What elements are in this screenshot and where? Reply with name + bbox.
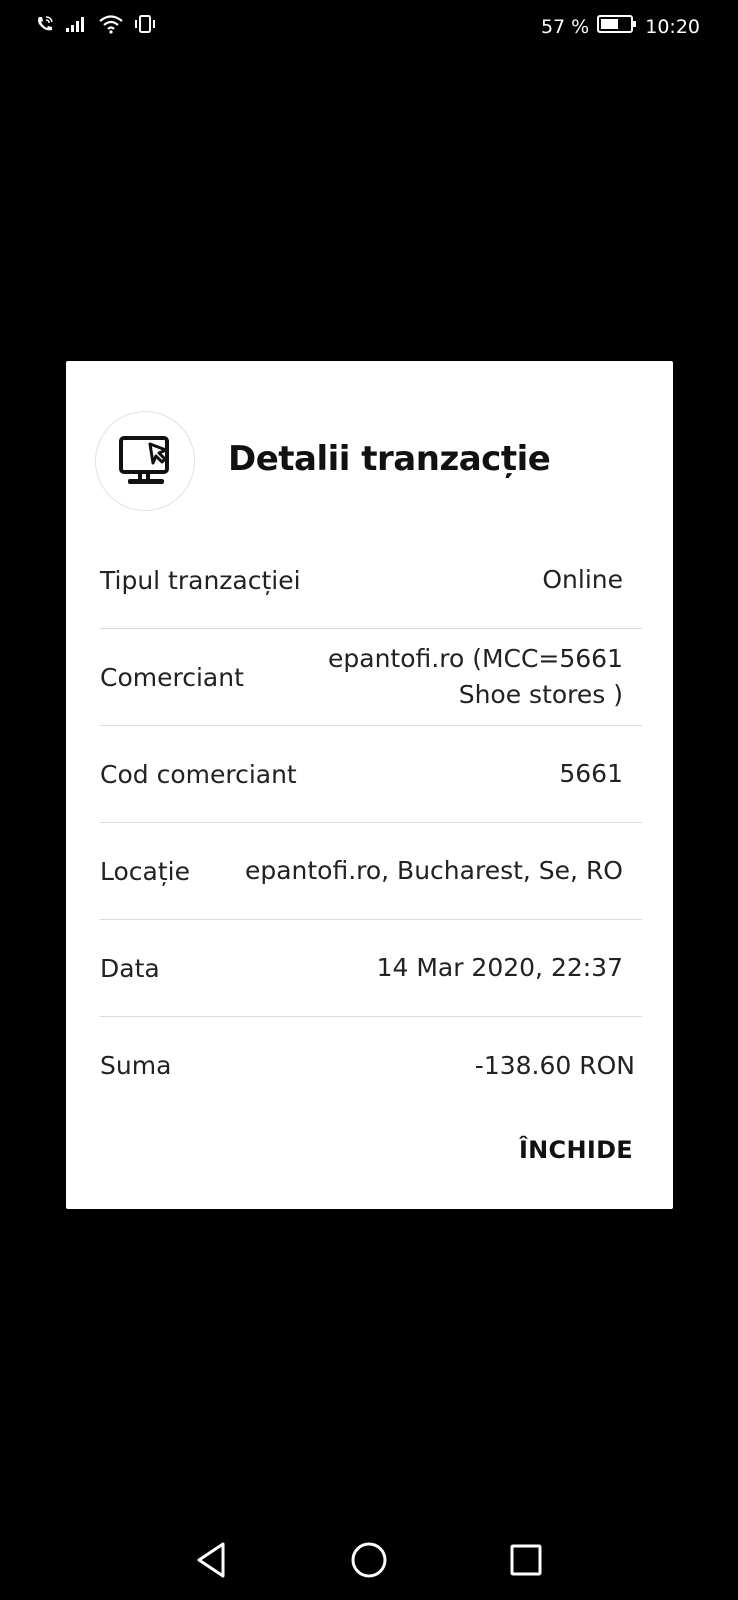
wifi-call-icon bbox=[36, 15, 54, 38]
battery-percent: 57 % bbox=[540, 15, 590, 38]
row-value: epantofi.ro, Bucharest, Se, RO bbox=[244, 856, 623, 885]
recents-icon bbox=[510, 1544, 542, 1576]
computer-cursor-icon bbox=[119, 436, 169, 484]
row-value: Online bbox=[542, 565, 623, 594]
row-value: epantofi.ro (MCC=5661 Shoe stores ) bbox=[328, 644, 623, 709]
screen: 57 % 10:20 Detalii tranzacție Tipul tran… bbox=[0, 0, 738, 1600]
home-icon bbox=[351, 1542, 387, 1578]
row-label: Cod comerciant bbox=[100, 759, 297, 789]
navigation-bar bbox=[0, 1530, 738, 1600]
back-button[interactable] bbox=[181, 1530, 241, 1590]
row-value: -138.60 RON bbox=[474, 1050, 635, 1080]
dialog-header: Detalii tranzacție bbox=[95, 411, 645, 511]
row-date: Data 14 Mar 2020, 22:37 bbox=[100, 920, 642, 1017]
wifi-icon bbox=[98, 14, 124, 39]
row-amount: Suma -138.60 RON bbox=[100, 1017, 642, 1114]
back-icon bbox=[197, 1542, 225, 1578]
row-label: Data bbox=[100, 953, 160, 983]
row-transaction-type: Tipul tranzacției Online bbox=[100, 532, 642, 629]
row-merchant-code: Cod comerciant 5661 bbox=[100, 726, 642, 823]
status-bar: 57 % 10:20 bbox=[0, 0, 738, 52]
row-label: Locație bbox=[100, 856, 190, 886]
header-icon-circle bbox=[95, 411, 195, 511]
row-label: Tipul tranzacției bbox=[100, 565, 301, 595]
status-right: 57 % 10:20 bbox=[541, 14, 700, 39]
row-location: Locație epantofi.ro, Bucharest, Se, RO bbox=[100, 823, 642, 920]
battery-icon bbox=[597, 14, 637, 39]
vibrate-icon bbox=[134, 14, 156, 39]
home-button[interactable] bbox=[339, 1530, 399, 1590]
row-merchant: Comerciant epantofi.ro (MCC=5661 Shoe st… bbox=[100, 629, 642, 726]
recents-button[interactable] bbox=[496, 1530, 556, 1590]
clock: 10:20 bbox=[645, 15, 700, 38]
transaction-details-dialog: Detalii tranzacție Tipul tranzacției Onl… bbox=[66, 361, 673, 1209]
row-label: Suma bbox=[100, 1051, 172, 1080]
close-button[interactable]: ÎNCHIDE bbox=[519, 1136, 633, 1164]
row-value: 14 Mar 2020, 22:37 bbox=[376, 953, 623, 982]
status-left bbox=[36, 14, 156, 39]
row-value: 5661 bbox=[559, 759, 623, 788]
signal-icon bbox=[64, 15, 88, 38]
row-label: Comerciant bbox=[100, 662, 244, 692]
dialog-title: Detalii tranzacție bbox=[228, 439, 551, 479]
details-list: Tipul tranzacției Online Comerciant epan… bbox=[100, 532, 642, 1114]
